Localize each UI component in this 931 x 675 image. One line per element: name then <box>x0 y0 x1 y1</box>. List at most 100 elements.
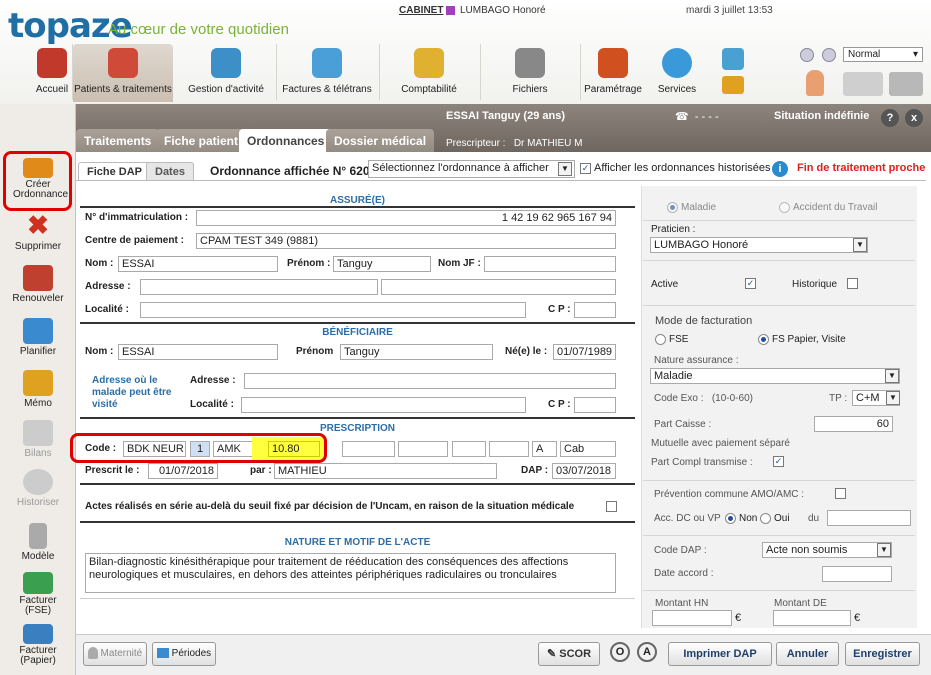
display-mode-select[interactable]: Normal ▾ <box>843 47 923 62</box>
nature-assurance-select[interactable]: Maladie <box>650 368 900 384</box>
sidebar-template[interactable]: Modèle <box>0 523 76 562</box>
benef-nom-field[interactable]: ESSAI <box>118 344 278 360</box>
acc-date-field[interactable] <box>827 510 911 526</box>
immat-field[interactable]: 1 42 19 62 965 167 94 <box>196 210 616 226</box>
code-dap-select[interactable]: Acte non soumis <box>762 542 892 558</box>
code-extra1-field[interactable] <box>342 441 395 457</box>
fs-papier-radio[interactable] <box>758 334 769 345</box>
sidebar-renew[interactable]: Renouveler <box>0 265 76 304</box>
benef-localite-label: Localité : <box>190 399 234 410</box>
code-extra4-field[interactable] <box>489 441 529 457</box>
chevron-down-icon[interactable]: ▼ <box>853 238 867 252</box>
imprimer-dap-button[interactable]: Imprimer DAP <box>668 642 772 666</box>
part-caisse-field[interactable]: 60 <box>814 416 893 432</box>
sidebar-plan[interactable]: Planifier <box>0 318 76 357</box>
scor-button[interactable]: ✎ SCOR <box>538 642 600 666</box>
annuler-button[interactable]: Annuler <box>776 642 839 666</box>
assure-nomjf-field[interactable] <box>484 256 616 272</box>
assure-prenom-field[interactable]: Tanguy <box>333 256 431 272</box>
chevron-down-icon[interactable]: ▼ <box>885 369 899 383</box>
maladie-radio[interactable] <box>667 202 678 213</box>
fse-radio[interactable] <box>655 334 666 345</box>
nature-textarea[interactable]: Bilan-diagnostic kinésithérapique pour t… <box>85 553 616 593</box>
sidebar-reports[interactable]: Bilans <box>0 420 76 459</box>
toolbox-icon[interactable] <box>722 48 744 70</box>
code-extra3-field[interactable] <box>452 441 486 457</box>
benef-nom-label: Nom : <box>85 346 114 357</box>
historique-checkbox[interactable] <box>847 278 858 289</box>
card-reader-icon[interactable] <box>843 72 883 96</box>
benef-adresse-field[interactable] <box>244 373 616 389</box>
part-compl-checkbox[interactable]: ✓ <box>773 456 784 467</box>
chevron-down-icon[interactable]: ▼ <box>877 543 891 557</box>
benef-nele-field[interactable]: 01/07/1989 <box>553 344 616 360</box>
sidebar-bill-paper[interactable]: Facturer (Papier) <box>0 624 76 666</box>
par-field[interactable]: MATHIEU <box>274 463 497 479</box>
subtab-fiche-dap[interactable]: Fiche DAP <box>78 162 152 181</box>
back-icon[interactable] <box>800 48 814 62</box>
ordonnance-select[interactable]: Sélectionnez l'ordonnance à afficher <box>368 160 575 178</box>
bill-fse-icon <box>23 572 53 594</box>
montant-de-field[interactable] <box>773 610 851 626</box>
assure-adresse-field[interactable] <box>140 279 378 295</box>
code-a-field[interactable]: A <box>532 441 557 457</box>
acc-non-radio[interactable] <box>725 513 736 524</box>
code-extra2-field[interactable] <box>398 441 448 457</box>
assure-localite-label: Localité : <box>85 304 129 315</box>
pencil-icon[interactable] <box>722 76 744 94</box>
benef-cp-field[interactable] <box>574 397 616 413</box>
code-cab-field[interactable]: Cab <box>560 441 616 457</box>
calculator-icon[interactable] <box>889 72 923 96</box>
acc-oui-radio[interactable] <box>760 513 771 524</box>
cabinet-link[interactable]: CABINET <box>399 5 443 16</box>
serie-checkbox[interactable] <box>606 501 617 512</box>
tab-traitements[interactable]: Traitements <box>76 129 160 152</box>
praticien-select[interactable]: LUMBAGO Honoré <box>650 237 868 253</box>
user-icon[interactable] <box>806 70 824 96</box>
benef-localite-field[interactable] <box>241 397 526 413</box>
prescriber: Prescripteur : Dr MATHIEU M <box>446 138 583 149</box>
prevention-checkbox[interactable] <box>835 488 846 499</box>
visit-address-label: Adresse où le malade peut être visité <box>92 375 172 410</box>
sidebar-delete[interactable]: ✖ Supprimer <box>0 212 76 252</box>
panel-divider <box>643 305 915 306</box>
forward-icon[interactable] <box>822 48 836 62</box>
close-button[interactable]: x <box>905 109 923 127</box>
benef-prenom-field[interactable]: Tanguy <box>340 344 493 360</box>
assure-nom-field[interactable]: ESSAI <box>118 256 278 272</box>
chevron-down-icon[interactable]: ▼ <box>886 391 900 405</box>
active-checkbox[interactable]: ✓ <box>745 278 756 289</box>
accident-radio[interactable] <box>779 202 790 213</box>
date-accord-field[interactable] <box>822 566 892 582</box>
info-icon[interactable]: i <box>772 161 788 177</box>
sidebar-memo[interactable]: Mémo <box>0 370 76 409</box>
sidebar-bill-fse[interactable]: Facturer (FSE) <box>0 572 76 616</box>
dap-field[interactable]: 03/07/2018 <box>552 463 616 479</box>
nav-patients[interactable]: Patients & traitements <box>73 44 173 102</box>
assure-cp-field[interactable] <box>574 302 616 318</box>
periodes-button[interactable]: Périodes <box>152 642 216 666</box>
maternite-button[interactable]: Maternité <box>83 642 147 666</box>
sidebar-history[interactable]: Historiser <box>0 469 76 508</box>
chevron-down-icon[interactable]: ▼ <box>558 162 572 176</box>
help-button[interactable]: ? <box>881 109 899 127</box>
assure-localite-field[interactable] <box>140 302 526 318</box>
montant-hn-field[interactable] <box>652 610 732 626</box>
assure-adresse2-field[interactable] <box>381 279 616 295</box>
subtab-dates[interactable]: Dates <box>146 162 194 181</box>
enregistrer-button[interactable]: Enregistrer <box>845 642 920 666</box>
nav-comptabilite[interactable]: Comptabilité <box>379 44 479 102</box>
sidebar-create-prescription[interactable]: Créer Ordonnance <box>0 158 76 200</box>
tab-dossier-medical[interactable]: Dossier médical <box>326 129 435 152</box>
scor-a-button[interactable]: A <box>637 642 657 662</box>
tab-ordonnances[interactable]: Ordonnances <box>239 129 333 153</box>
scor-o-button[interactable]: O <box>610 642 630 662</box>
nav-services[interactable]: Services <box>627 44 727 102</box>
show-history-checkbox[interactable]: ✓ <box>580 163 591 174</box>
nav-factures[interactable]: Factures & télétrans <box>277 44 377 102</box>
nav-gestion[interactable]: Gestion d'activité <box>176 44 276 102</box>
acc-non-label: Non <box>739 513 758 524</box>
tab-fiche-patient[interactable]: Fiche patient <box>156 129 247 152</box>
centre-field[interactable]: CPAM TEST 349 (9881) <box>196 233 616 249</box>
prescrit-field[interactable]: 01/07/2018 <box>148 463 218 479</box>
